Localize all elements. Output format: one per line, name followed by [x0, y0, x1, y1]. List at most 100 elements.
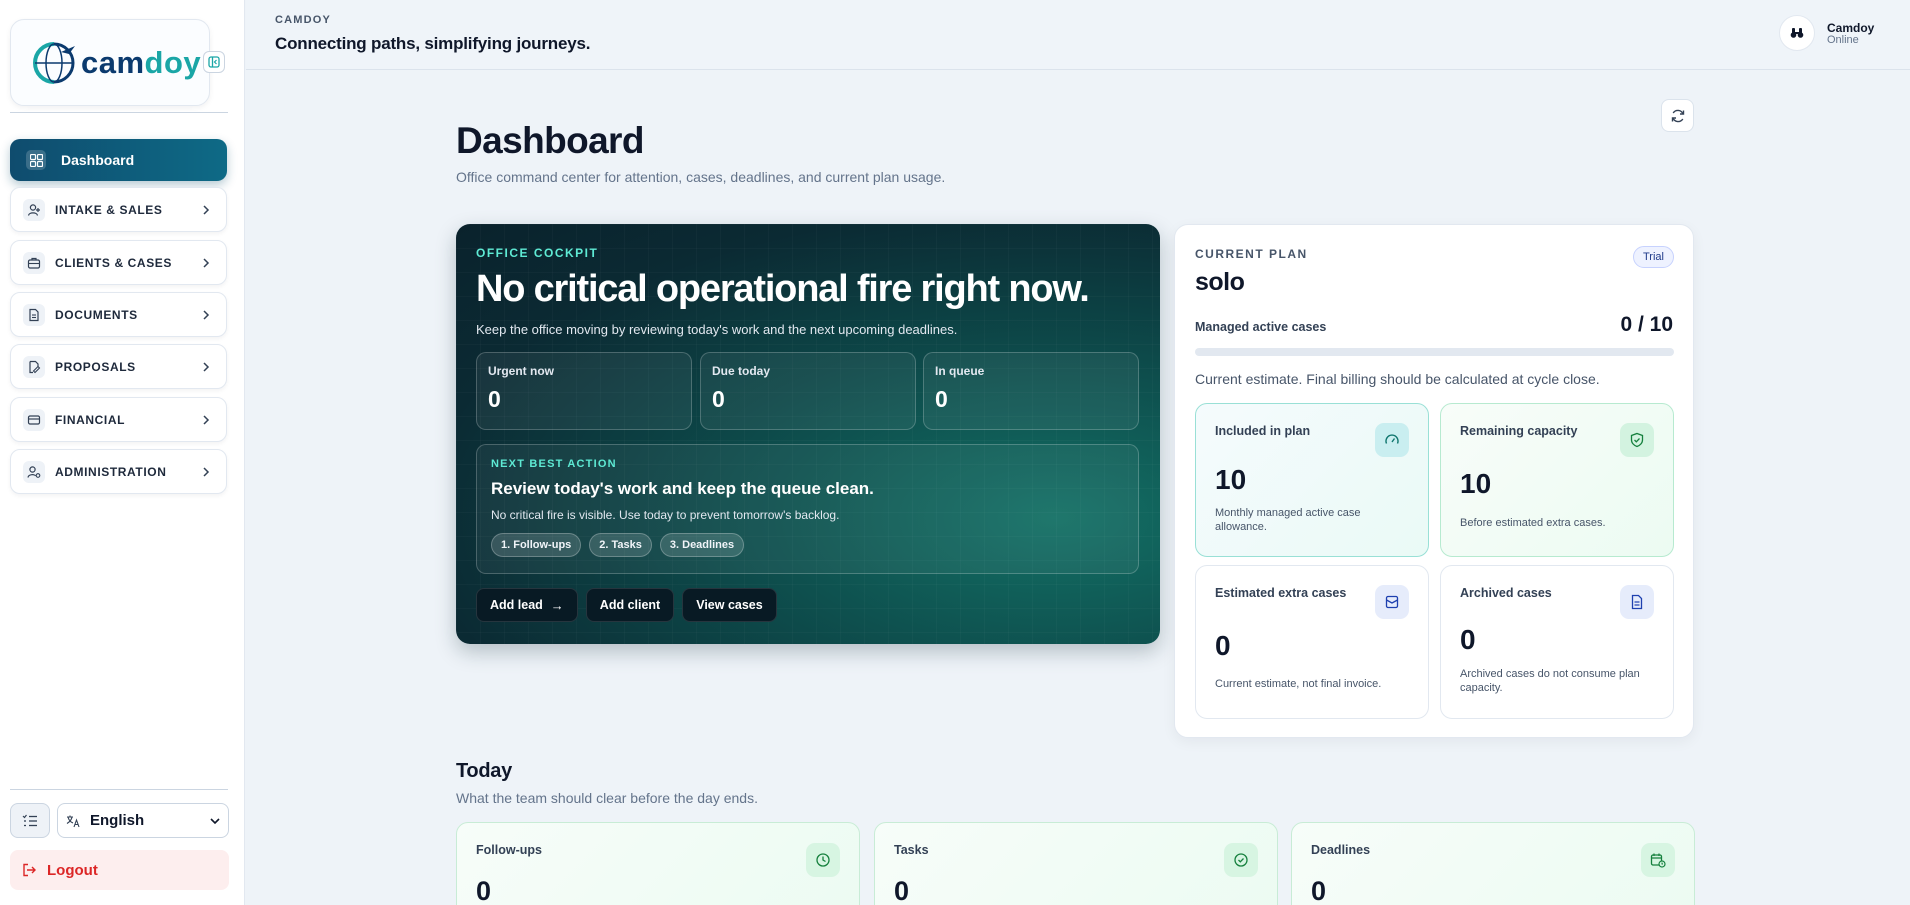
edit-document-icon [23, 355, 45, 378]
sidebar-item-label: ADMINISTRATION [55, 464, 167, 479]
logout-icon [23, 863, 36, 877]
metric-description: Before estimated extra cases. [1460, 517, 1606, 529]
list-toggle-button[interactable] [10, 803, 50, 838]
stat-urgent-now: Urgent now 0 [476, 352, 692, 430]
plan-billing-note: Current estimate. Final billing should b… [1195, 371, 1600, 387]
stat-value: 0 [488, 386, 501, 412]
stat-value: 0 [712, 386, 725, 412]
sidebar-item-clients-cases[interactable]: CLIENTS & CASES [10, 240, 227, 285]
today-section-title: Today [456, 760, 512, 782]
plan-metric-label: Managed active cases [1195, 320, 1327, 334]
metric-value: 0 [1460, 624, 1476, 655]
chevron-right-icon [196, 466, 216, 477]
binoculars-icon [1790, 28, 1804, 38]
sidebar-item-label: Dashboard [61, 152, 135, 168]
list-icon [22, 814, 37, 826]
stat-label: Urgent now [488, 364, 554, 378]
stat-in-queue: In queue 0 [923, 352, 1139, 430]
add-lead-button[interactable]: Add lead → [476, 588, 578, 622]
metric-estimated-extra-cases: Estimated extra cases 0 Current estimate… [1195, 565, 1429, 719]
sidebar-item-dashboard[interactable]: Dashboard [10, 139, 227, 181]
next-best-action-panel: NEXT BEST ACTION Review today's work and… [476, 444, 1139, 574]
metric-description: Monthly managed active case allowance. [1215, 507, 1361, 533]
sidebar-item-label: CLIENTS & CASES [55, 255, 173, 270]
plan-kicker: CURRENT PLAN [1195, 247, 1308, 261]
user-status: Online [1827, 34, 1859, 46]
logo[interactable]: camdoy [10, 19, 210, 106]
add-client-button[interactable]: Add client [585, 588, 675, 622]
metric-archived-cases: Archived cases 0 Archived cases do not c… [1440, 565, 1674, 719]
sidebar-divider [10, 789, 228, 790]
metric-description: Archived cases do not consume plan capac… [1460, 668, 1640, 694]
sidebar: camdoy Dashboard INTAKE & SALES CLIENTS … [0, 0, 245, 905]
page-subtitle: Office command center for attention, cas… [456, 169, 946, 185]
gauge-icon [1375, 423, 1409, 457]
metric-value: 10 [1460, 468, 1492, 499]
metric-remaining-capacity: Remaining capacity 10 Before estimated e… [1440, 403, 1674, 557]
plan-metric-value: 0 / 10 [1620, 313, 1673, 336]
step-chip-follow-ups[interactable]: 1. Follow-ups [491, 533, 582, 557]
shield-check-icon [1620, 423, 1654, 457]
check-circle-icon [1224, 843, 1258, 877]
sidebar-item-label: PROPOSALS [55, 359, 136, 374]
refresh-button[interactable] [1661, 99, 1694, 132]
sidebar-item-intake-sales[interactable]: INTAKE & SALES [10, 187, 227, 232]
page-title: Dashboard [456, 120, 644, 161]
credit-card-icon [23, 408, 45, 431]
user-avatar[interactable] [1779, 15, 1815, 51]
today-card-label: Deadlines [1311, 843, 1371, 857]
step-chip-tasks[interactable]: 2. Tasks [589, 533, 652, 557]
stat-value: 0 [935, 386, 948, 412]
stat-due-today: Due today 0 [700, 352, 916, 430]
today-card-tasks[interactable]: Tasks 0 [874, 822, 1278, 905]
step-chip-deadlines[interactable]: 3. Deadlines [659, 533, 745, 557]
sidebar-item-financial[interactable]: FINANCIAL [10, 397, 227, 442]
sidebar-item-label: INTAKE & SALES [55, 202, 163, 217]
logout-label: Logout [47, 861, 98, 879]
today-card-value: 0 [476, 876, 492, 905]
chevron-right-icon [196, 414, 216, 425]
brand-name: CAMDOY [275, 14, 332, 26]
logout-button[interactable]: Logout [10, 850, 229, 890]
document-icon [1620, 585, 1654, 619]
cockpit-kicker: OFFICE COCKPIT [476, 246, 599, 260]
translate-icon [66, 815, 80, 827]
sidebar-item-label: DOCUMENTS [55, 307, 138, 322]
stat-label: In queue [935, 364, 985, 378]
chevron-down-icon [210, 817, 220, 824]
metric-value: 10 [1215, 464, 1247, 495]
language-value: English [90, 812, 145, 829]
refresh-icon [1671, 109, 1684, 122]
plan-status-badge: Trial [1633, 246, 1674, 268]
chevron-right-icon [196, 309, 216, 320]
view-cases-button[interactable]: View cases [682, 588, 777, 622]
sidebar-collapse-icon [208, 56, 220, 68]
sidebar-item-proposals[interactable]: PROPOSALS [10, 344, 227, 389]
globe-logo-icon [31, 40, 77, 86]
today-card-value: 0 [1311, 876, 1327, 905]
sidebar-item-administration[interactable]: ADMINISTRATION [10, 449, 227, 494]
top-header: CAMDOY Connecting paths, simplifying jou… [246, 0, 1910, 70]
cockpit-description: Keep the office moving by reviewing toda… [476, 322, 958, 337]
today-section-subtitle: What the team should clear before the da… [456, 790, 758, 806]
next-action-description: No critical fire is visible. Use today t… [491, 508, 840, 522]
grid-icon [26, 150, 46, 170]
next-action-title: Review today's work and keep the queue c… [491, 479, 874, 498]
metric-value: 0 [1215, 630, 1231, 661]
chevron-right-icon [196, 361, 216, 372]
today-card-value: 0 [894, 876, 910, 905]
today-card-follow-ups[interactable]: Follow-ups 0 [456, 822, 860, 905]
add-lead-label: Add lead [490, 598, 543, 612]
chevron-right-icon [196, 204, 216, 215]
metric-description: Current estimate, not final invoice. [1215, 678, 1382, 690]
language-select[interactable]: English [57, 803, 229, 838]
inbox-icon [1375, 585, 1409, 619]
collapse-sidebar-button[interactable] [203, 51, 225, 73]
today-card-label: Follow-ups [476, 843, 542, 857]
sidebar-item-documents[interactable]: DOCUMENTS [10, 292, 227, 337]
current-plan-card: CURRENT PLAN Trial solo Managed active c… [1174, 224, 1694, 738]
brand-tagline: Connecting paths, simplifying journeys. [275, 34, 591, 53]
today-card-deadlines[interactable]: Deadlines 0 [1291, 822, 1695, 905]
chevron-right-icon [196, 257, 216, 268]
user-plus-icon [23, 198, 45, 221]
